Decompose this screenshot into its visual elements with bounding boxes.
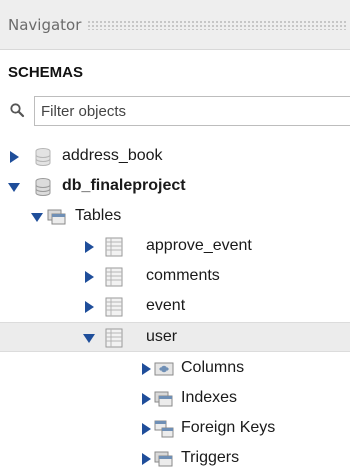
collapsed-arrow-icon[interactable] <box>140 423 152 435</box>
expanded-arrow-icon[interactable] <box>83 332 95 344</box>
schema-label: address_book <box>62 147 163 164</box>
columns-label: Columns <box>181 359 245 376</box>
collapsed-arrow-icon[interactable] <box>140 393 152 405</box>
navigator-titlebar: Navigator <box>0 0 350 50</box>
expanded-arrow-icon[interactable] <box>8 181 20 193</box>
indexes-label: Indexes <box>181 389 238 406</box>
tree-row-foreign-keys[interactable]: Foreign Keys <box>0 414 350 444</box>
filter-objects-input[interactable] <box>34 96 350 126</box>
indexes-folder-icon <box>154 391 173 407</box>
tree-row-table[interactable]: approve_event <box>0 232 350 262</box>
tree-row-db-finaleproject[interactable]: db_finaleproject <box>0 172 350 202</box>
table-label: approve_event <box>146 237 252 254</box>
columns-folder-icon <box>154 362 174 376</box>
collapsed-arrow-icon[interactable] <box>140 453 152 465</box>
table-label: user <box>146 328 178 345</box>
schemas-section-label: SCHEMAS <box>8 64 84 81</box>
tree-row-columns[interactable]: Columns <box>0 354 350 384</box>
table-label: event <box>146 297 186 314</box>
tables-folder-icon <box>47 209 66 225</box>
schema-label: db_finaleproject <box>62 177 186 194</box>
collapsed-arrow-icon[interactable] <box>140 363 152 375</box>
triggers-label: Triggers <box>181 449 240 466</box>
expanded-arrow-icon[interactable] <box>31 211 43 223</box>
filter-row <box>0 94 350 128</box>
table-icon <box>105 297 123 317</box>
tree-row-indexes[interactable]: Indexes <box>0 384 350 414</box>
tree-row-table[interactable]: event <box>0 292 350 322</box>
database-icon <box>35 178 51 196</box>
database-icon <box>35 148 51 166</box>
tree-row-table-selected[interactable]: user <box>0 322 350 352</box>
tree-row-table[interactable]: comments <box>0 262 350 292</box>
collapsed-arrow-icon[interactable] <box>83 241 95 253</box>
table-label: comments <box>146 267 220 284</box>
search-icon <box>10 103 25 118</box>
tree-row-triggers[interactable]: Triggers <box>0 444 350 469</box>
triggers-folder-icon <box>154 451 173 467</box>
collapsed-arrow-icon[interactable] <box>83 301 95 313</box>
table-icon <box>105 328 123 348</box>
collapsed-arrow-icon[interactable] <box>8 151 20 163</box>
navigator-title: Navigator <box>8 15 82 34</box>
tree-row-tables[interactable]: Tables <box>0 202 350 232</box>
table-icon <box>105 237 123 257</box>
foreign-keys-label: Foreign Keys <box>181 419 276 436</box>
collapsed-arrow-icon[interactable] <box>83 271 95 283</box>
tree-row-address-book[interactable]: address_book <box>0 142 350 172</box>
table-icon <box>105 267 123 287</box>
titlebar-grip[interactable] <box>87 19 346 30</box>
tables-label: Tables <box>75 207 122 224</box>
foreign-keys-folder-icon <box>154 420 174 438</box>
